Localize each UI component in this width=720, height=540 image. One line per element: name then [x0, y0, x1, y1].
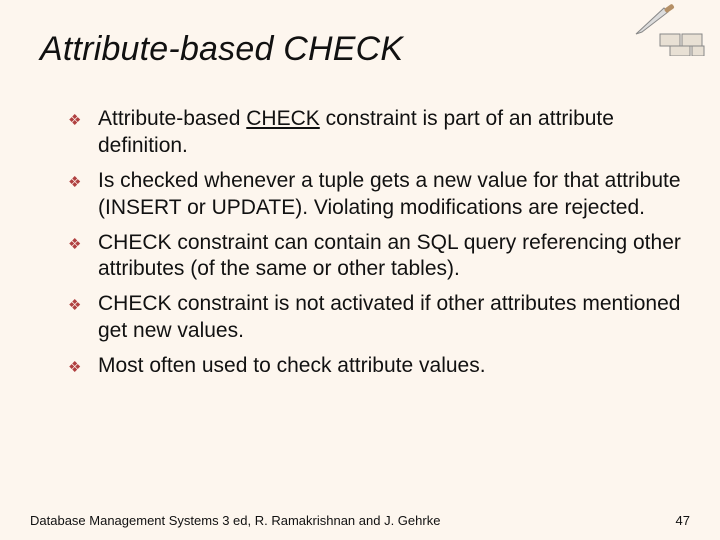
bullet-prefix: Attribute-based	[98, 107, 246, 130]
diamond-bullet-icon: ❖	[68, 358, 81, 377]
bullet-item: ❖ CHECK constraint is not activated if o…	[68, 291, 684, 345]
footer-page-number: 47	[676, 513, 690, 528]
bullet-text: CHECK constraint can contain an SQL quer…	[98, 231, 681, 281]
bullet-item: ❖ CHECK constraint can contain an SQL qu…	[68, 230, 684, 284]
diamond-bullet-icon: ❖	[68, 111, 81, 130]
footer-source: Database Management Systems 3 ed, R. Ram…	[30, 513, 440, 528]
diamond-bullet-icon: ❖	[68, 173, 81, 192]
bullet-item: ❖ Is checked whenever a tuple gets a new…	[68, 168, 684, 222]
slide: Attribute-based CHECK ❖ Attribute-based …	[0, 0, 720, 540]
trowel-bricks-icon	[634, 4, 706, 56]
bullet-item: ❖ Attribute-based CHECK constraint is pa…	[68, 106, 684, 160]
diamond-bullet-icon: ❖	[68, 296, 81, 315]
slide-footer: Database Management Systems 3 ed, R. Ram…	[30, 513, 690, 528]
diamond-bullet-icon: ❖	[68, 235, 81, 254]
slide-title: Attribute-based CHECK	[40, 30, 403, 69]
bullet-item: ❖ Most often used to check attribute val…	[68, 353, 684, 380]
bullet-text: Is checked whenever a tuple gets a new v…	[98, 169, 681, 219]
bullet-underlined: CHECK	[246, 107, 320, 130]
bullet-text: CHECK constraint is not activated if oth…	[98, 292, 680, 342]
bullet-text: Most often used to check attribute value…	[98, 354, 486, 377]
bullet-list: ❖ Attribute-based CHECK constraint is pa…	[68, 106, 684, 388]
bullet-text: Attribute-based CHECK constraint is part…	[98, 107, 614, 157]
